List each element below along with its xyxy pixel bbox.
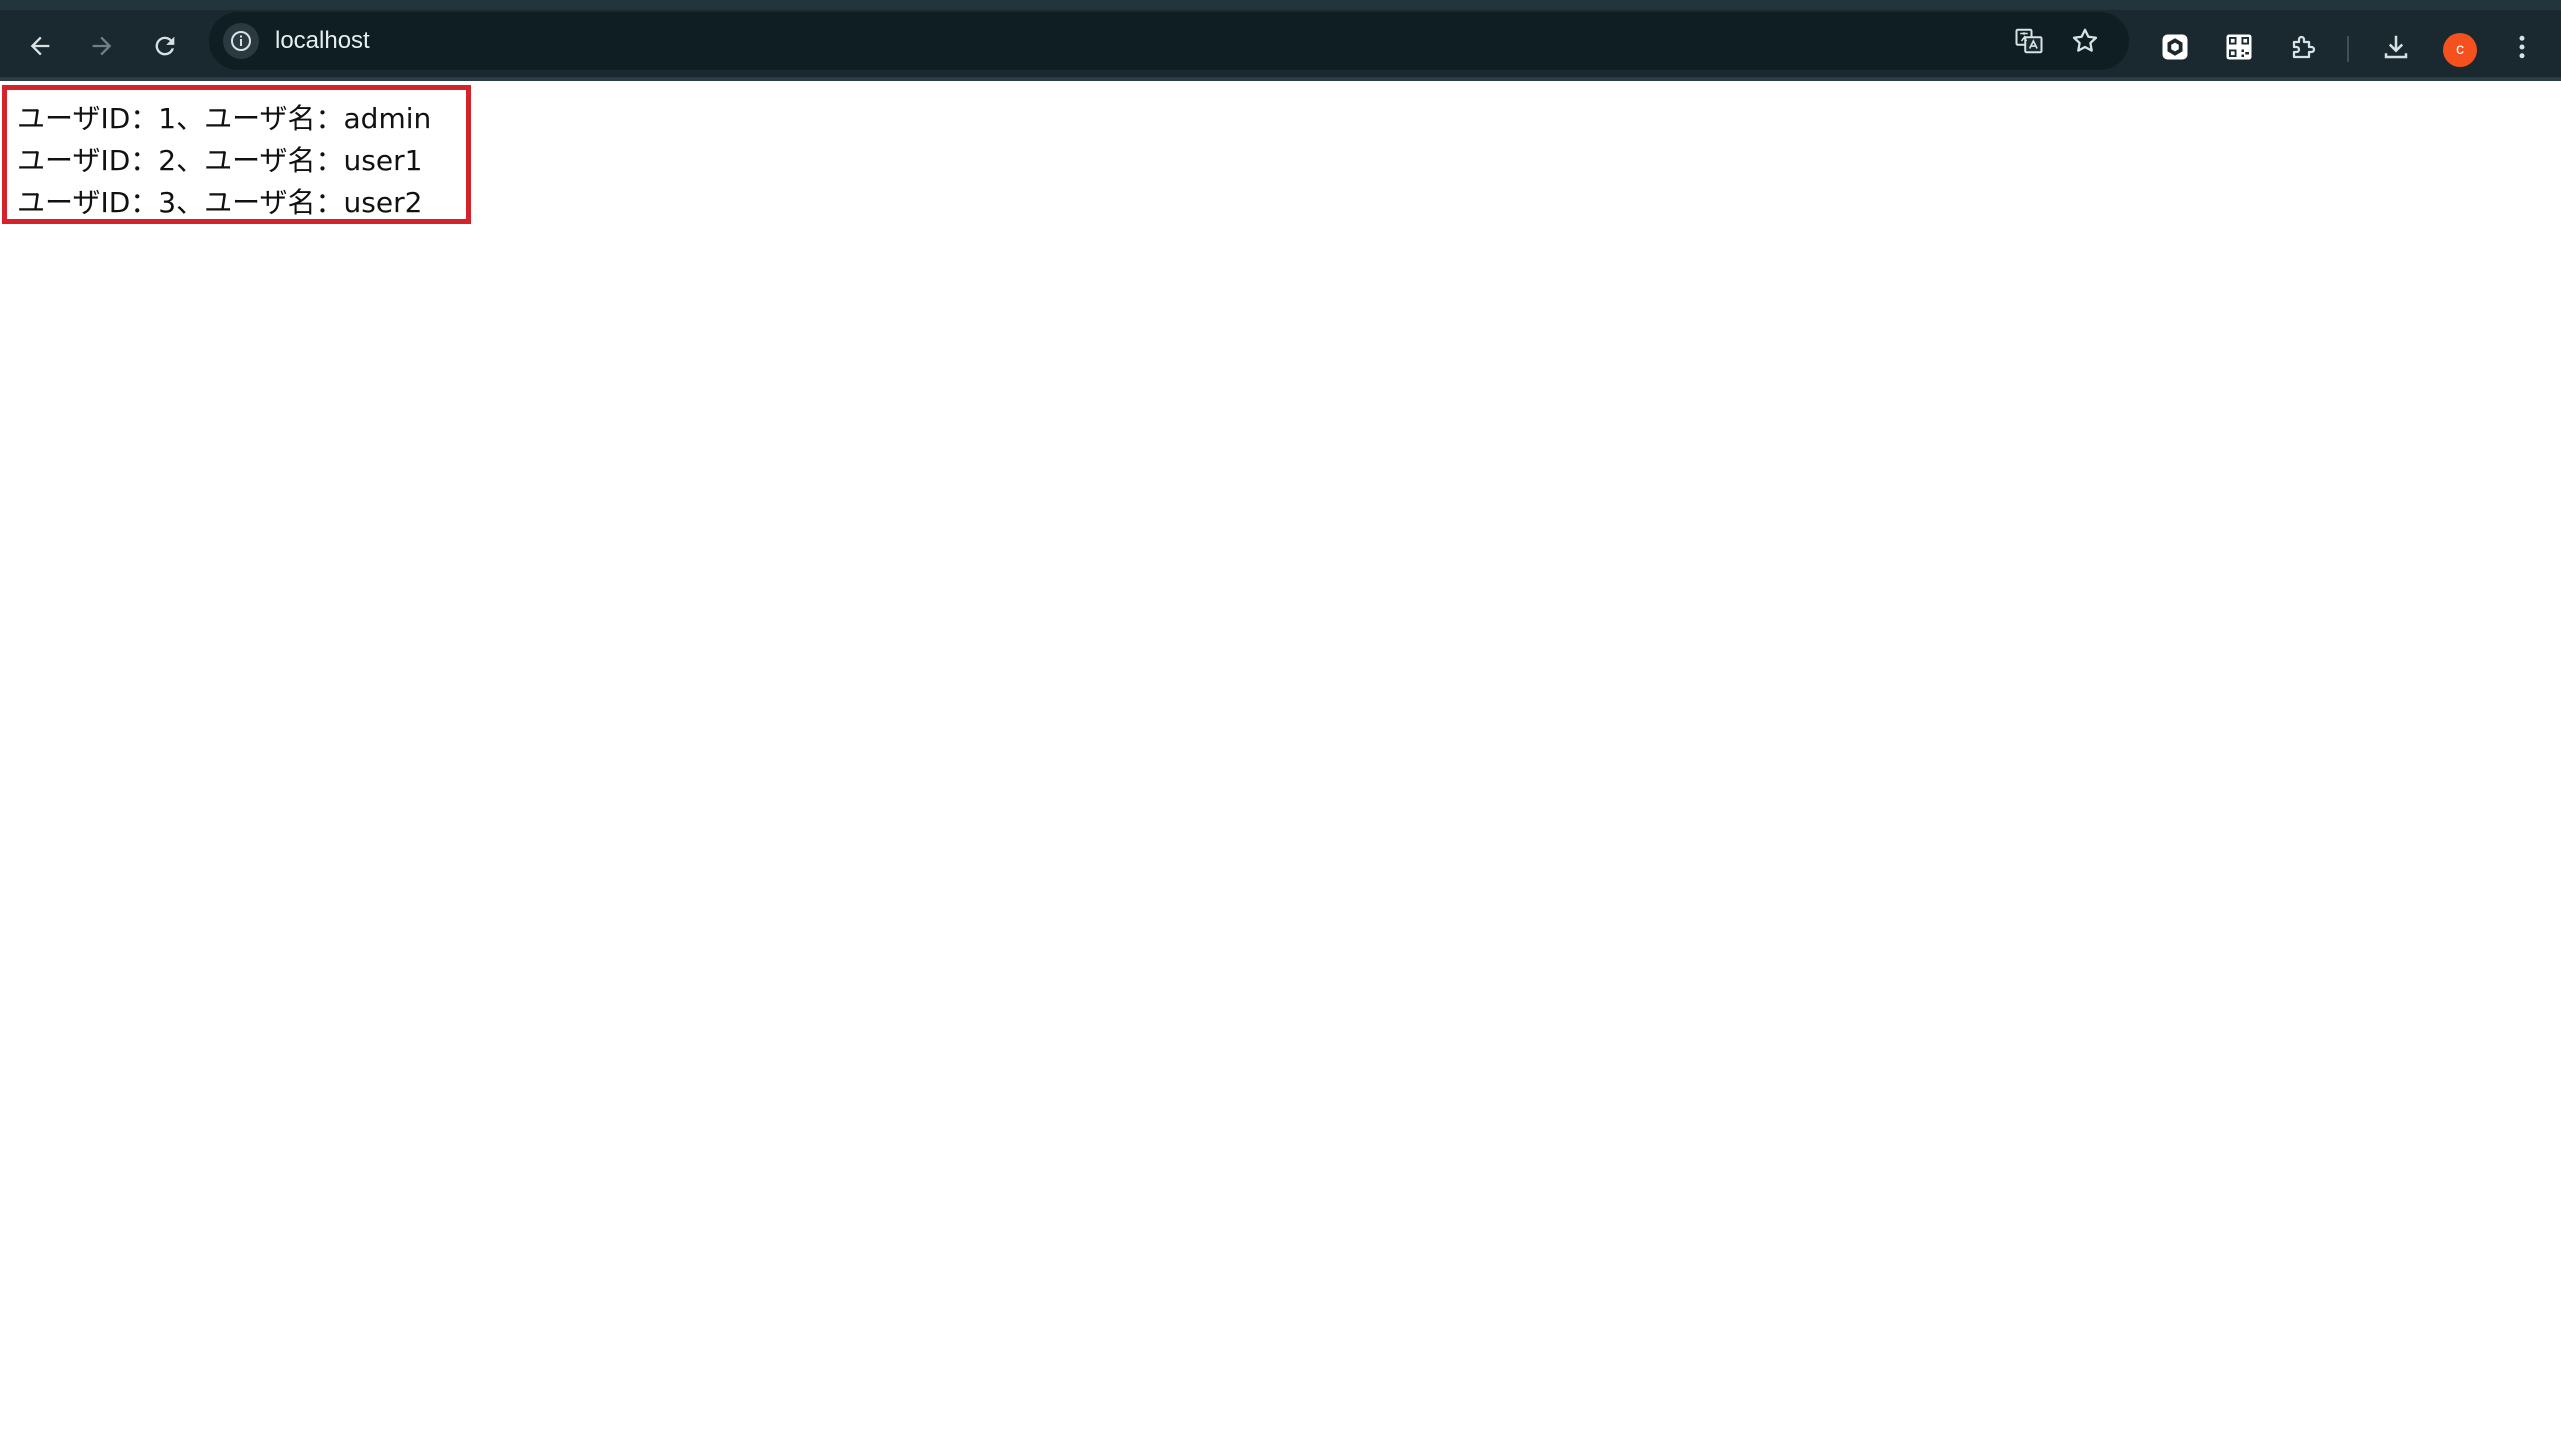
downloads-button[interactable] xyxy=(2377,28,2415,66)
user-line-2: ユーザID：2、ユーザ名：user1 xyxy=(17,144,423,177)
browser-menu-button[interactable] xyxy=(2503,28,2541,66)
puzzle-icon xyxy=(2292,35,2316,59)
profile-avatar[interactable]: c xyxy=(2443,33,2477,67)
reload-button[interactable] xyxy=(142,23,188,69)
back-button[interactable] xyxy=(17,23,63,69)
kebab-menu-icon xyxy=(2519,35,2525,59)
browser-toolbar: localhost c xyxy=(0,0,2561,81)
translate-icon xyxy=(2015,28,2043,54)
star-icon xyxy=(2072,28,2098,52)
qr-code-icon xyxy=(2226,34,2252,60)
url-text[interactable]: localhost xyxy=(275,12,370,70)
user-list-highlight: ユーザID：1、ユーザ名：admin ユーザID：2、ユーザ名：user1 ユー… xyxy=(2,85,471,224)
user-line-1: ユーザID：1、ユーザ名：admin xyxy=(17,102,432,135)
download-icon xyxy=(2384,35,2408,59)
info-icon xyxy=(231,31,251,51)
user-line-3: ユーザID：3、ユーザ名：user2 xyxy=(17,186,423,219)
translate-button[interactable] xyxy=(2011,23,2047,59)
extension-qr-button[interactable] xyxy=(2220,28,2258,66)
arrow-right-icon xyxy=(92,36,112,56)
page-content: ユーザID：1、ユーザ名：admin ユーザID：2、ユーザ名：user1 ユー… xyxy=(0,81,2561,1445)
site-info-button[interactable] xyxy=(223,23,259,59)
arrow-left-icon xyxy=(30,36,50,56)
hexagon-extension-icon xyxy=(2162,34,2188,60)
extensions-button[interactable] xyxy=(2285,28,2323,66)
reload-icon xyxy=(155,36,175,56)
forward-button[interactable] xyxy=(79,23,125,69)
extension-hexagon-button[interactable] xyxy=(2156,28,2194,66)
address-bar[interactable]: localhost xyxy=(209,12,2129,70)
bookmark-button[interactable] xyxy=(2067,23,2103,59)
toolbar-divider xyxy=(2347,36,2349,62)
